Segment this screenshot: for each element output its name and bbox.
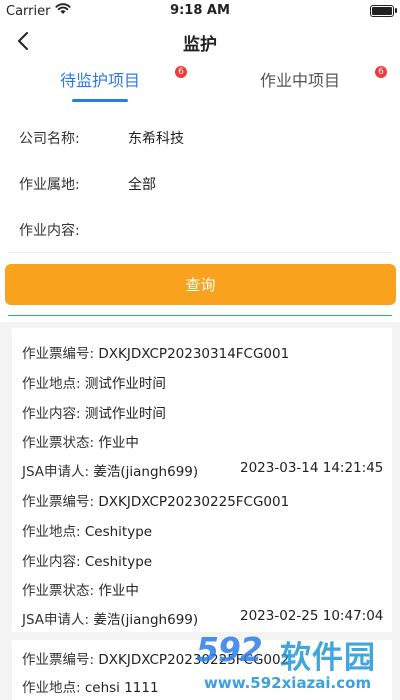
company-filter[interactable]: 公司名称: 东希科技 [8, 114, 392, 161]
status-line: 作业票状态: 作业中 [22, 431, 139, 451]
location-filter[interactable]: 作业属地: 全部 [8, 160, 392, 207]
content-line: 作业内容: 测试作业时间 [22, 402, 166, 422]
content-value: 测试作业时间 [84, 406, 166, 422]
content-filter[interactable]: 作业内容: [8, 206, 392, 253]
status-label: 作业票状态: [22, 435, 95, 451]
watermark-name: 软件园 [280, 640, 376, 676]
timestamp: 2023-02-25 10:47:04 [240, 608, 384, 624]
company-label: 公司名称: [19, 131, 80, 147]
status-value: 作业中 [98, 583, 139, 599]
list-item[interactable]: 作业票编号: DXKJDXCP20230225FCG001 作业地点: Cesh… [12, 482, 392, 632]
ticket-no-line: 作业票编号: DXKJDXCP20230314FCG001 [22, 342, 289, 362]
timestamp: 2023-03-14 14:21:45 [240, 460, 384, 476]
tab-active-indicator [72, 99, 128, 102]
location-label: 作业属地: [19, 177, 80, 193]
tab-badge: 6 [375, 66, 387, 78]
status-bar: Carrier 9:18 AM [0, 0, 400, 22]
ticket-no-value: DXKJDXCP20230314FCG001 [98, 346, 290, 362]
tab-label: 作业中项目 [259, 71, 340, 90]
nav-bar: 监护 [0, 22, 400, 60]
status-value: 作业中 [98, 435, 139, 451]
location-value[interactable]: 全部 [128, 174, 156, 194]
tab-label: 待监护项目 [59, 71, 140, 90]
page: Carrier 9:18 AM 监护 待监护项目 6 作业中项目 6 公司名称:… [0, 0, 400, 700]
content-label: 作业内容: [19, 223, 80, 239]
status-line: 作业票状态: 作业中 [22, 579, 139, 599]
site-label: 作业地点: [22, 680, 81, 696]
content-line: 作业内容: Ceshitype [22, 550, 152, 570]
watermark-logo: 592 [196, 630, 263, 669]
applicant-value: 姜浩(jiangh699) [93, 612, 199, 628]
site-value: Ceshitype [84, 524, 153, 540]
site-value: cehsi 1111 [84, 680, 159, 696]
watermark-url: www.592xiazai.com [204, 674, 372, 692]
applicant-value: 姜浩(jiangh699) [93, 464, 199, 480]
page-title: 监护 [183, 35, 217, 55]
applicant-line: JSA申请人: 姜浩(jiangh699) 2023-03-14 14:21:4… [22, 460, 384, 480]
content-value: Ceshitype [84, 554, 153, 570]
tab-badge: 6 [175, 66, 187, 78]
company-value[interactable]: 东希科技 [128, 128, 184, 148]
ticket-no-line: 作业票编号: DXKJDXCP20230225FCG001 [22, 490, 289, 510]
ticket-no-value: DXKJDXCP20230225FCG001 [98, 494, 290, 510]
content-label: 作业内容: [22, 406, 81, 422]
site-line: 作业地点: Ceshitype [22, 520, 152, 540]
site-line: 作业地点: 测试作业时间 [22, 372, 166, 392]
applicant-label: JSA申请人: [22, 612, 90, 628]
query-button[interactable]: 查询 [5, 264, 396, 305]
site-label: 作业地点: [22, 376, 81, 392]
list-item[interactable]: 作业票编号: DXKJDXCP20230314FCG001 作业地点: 测试作业… [12, 328, 392, 486]
site-value: 测试作业时间 [84, 376, 166, 392]
tab-in-progress[interactable]: 作业中项目 [200, 60, 400, 106]
ticket-no-label: 作业票编号: [22, 652, 95, 668]
ticket-no-label: 作业票编号: [22, 346, 95, 362]
battery-icon [370, 5, 397, 17]
site-label: 作业地点: [22, 524, 81, 540]
applicant-label: JSA申请人: [22, 464, 90, 480]
watermark: 592 软件园 www.592xiazai.com [196, 624, 400, 700]
divider [8, 315, 392, 316]
site-line: 作业地点: cehsi 1111 [22, 676, 159, 696]
status-label: 作业票状态: [22, 583, 95, 599]
status-time: 9:18 AM [170, 3, 230, 18]
content-label: 作业内容: [22, 554, 81, 570]
tab-bar: 待监护项目 6 作业中项目 6 [0, 60, 400, 106]
ticket-no-label: 作业票编号: [22, 494, 95, 510]
